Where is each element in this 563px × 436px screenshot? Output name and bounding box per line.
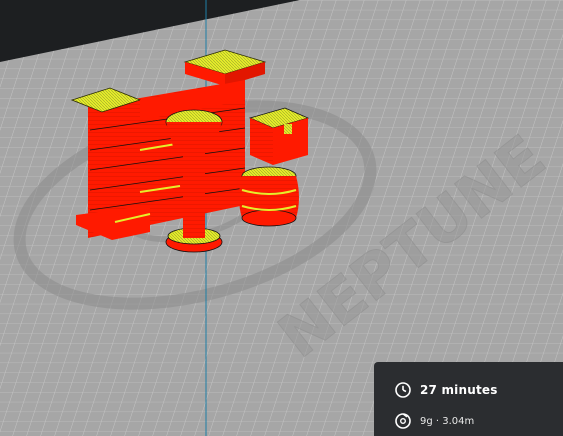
print-time-row: 27 minutes bbox=[394, 381, 498, 399]
material-usage-text: 9g · 3.04m bbox=[420, 415, 475, 427]
barrel-model[interactable] bbox=[239, 166, 299, 227]
small-crate-model[interactable] bbox=[248, 107, 310, 165]
material-usage-row: 9g · 3.04m bbox=[394, 412, 474, 430]
clock-icon bbox=[394, 381, 412, 399]
spool-icon bbox=[394, 412, 412, 430]
print-info-panel[interactable]: 27 minutes 9g · 3.04m bbox=[374, 362, 563, 436]
layer-view-viewport[interactable]: NEPTUNE 27 minutes 9g · 3.04m bbox=[0, 0, 563, 436]
print-time-text: 27 minutes bbox=[420, 383, 498, 397]
